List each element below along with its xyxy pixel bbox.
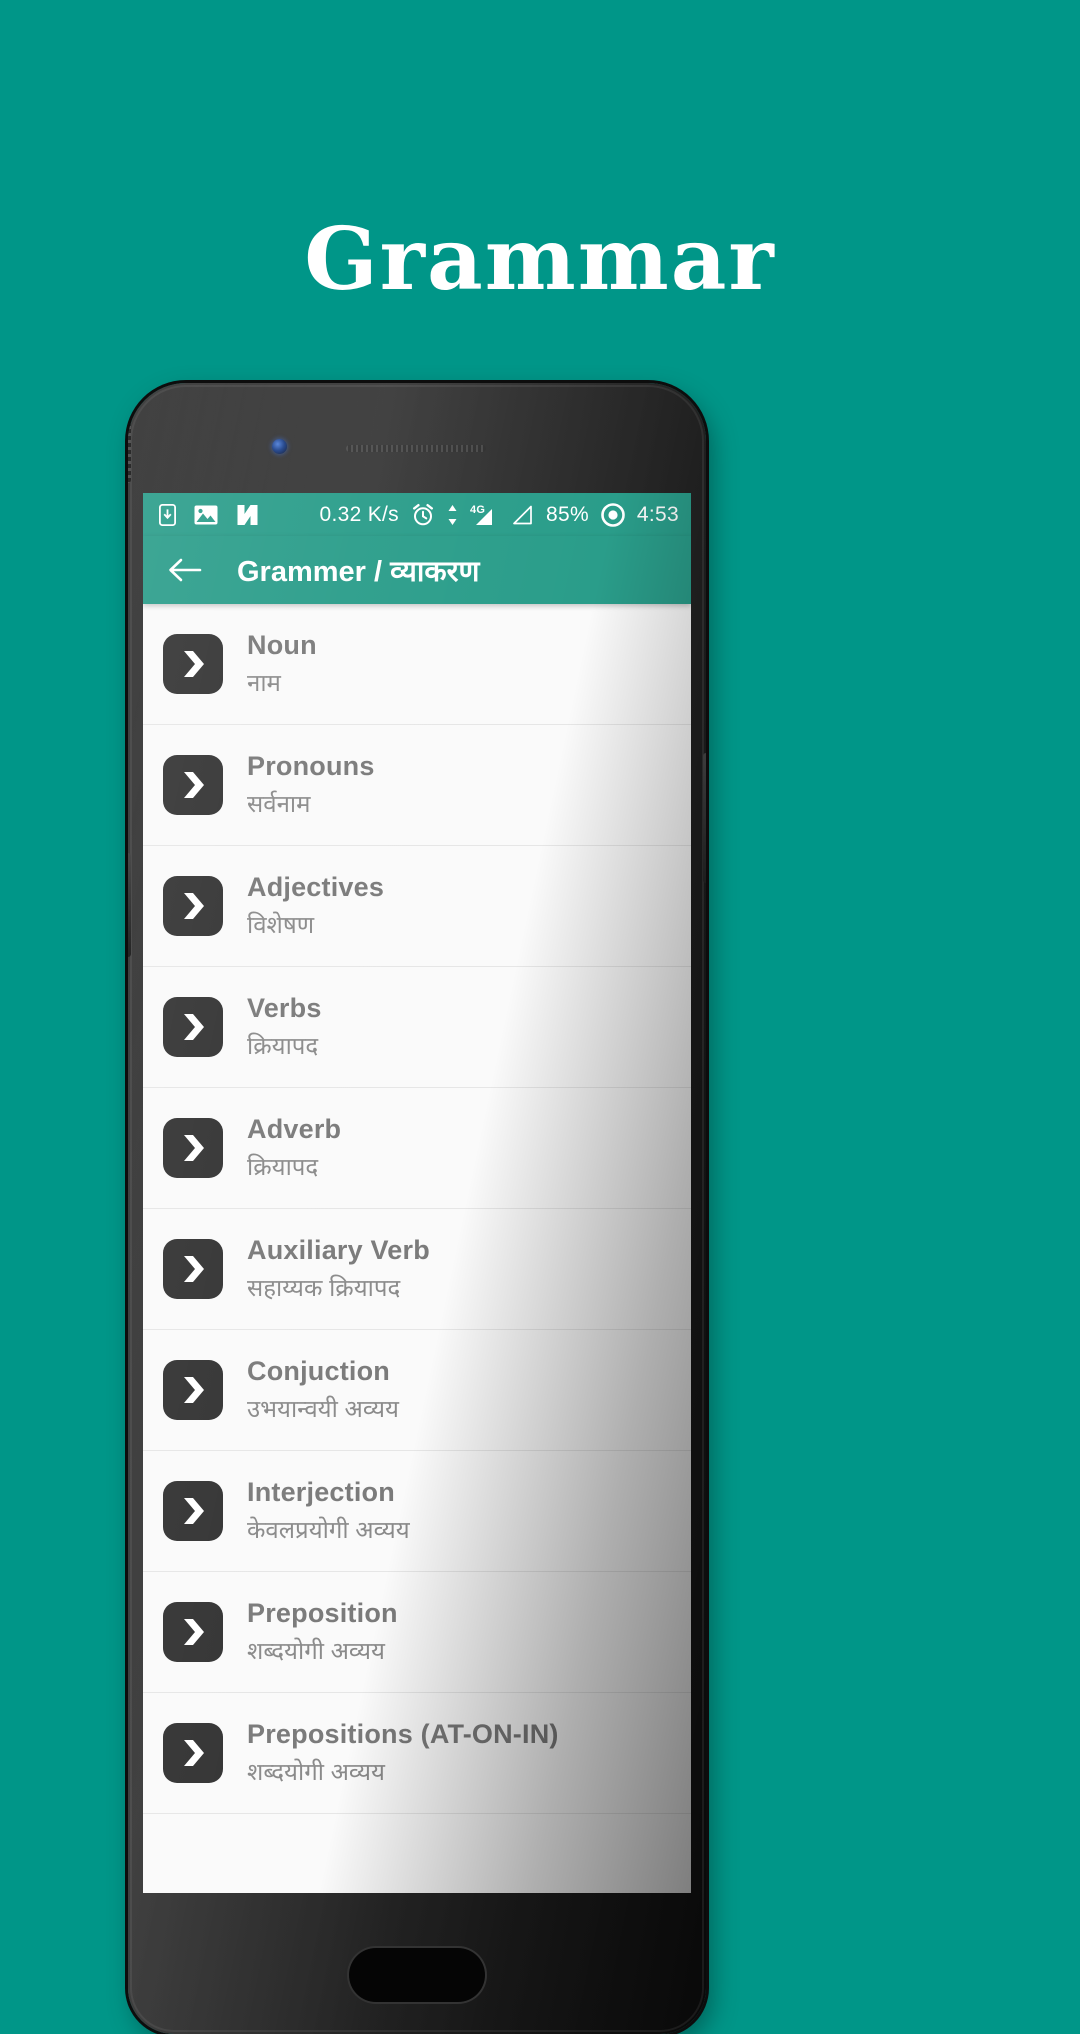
back-button[interactable] [161,546,209,594]
list-item[interactable]: Pronouns सर्वनाम [143,725,691,846]
list-item-subtitle: क्रियापद [247,1032,319,1060]
list-item-title: Verbs [247,992,322,1023]
power-button[interactable] [128,853,131,957]
clock-label: 4:53 [636,502,679,526]
phone-mockup: 0.32 K/s 4G 85% 4:53 Grammer / व्याकरण N… [128,383,706,2034]
chevron-right-badge-icon [163,1239,223,1299]
signal-bars-icon: 4G [470,503,500,527]
list-item-title: Conjuction [247,1355,390,1386]
battery-percent-label: 85% [545,502,589,526]
list-item-subtitle: केवलप्रयोगी अव्यय [247,1516,410,1544]
list-item[interactable]: Interjection केवलप्रयोगी अव्यय [143,1451,691,1572]
screenshot-icon [194,505,218,525]
svg-text:4G: 4G [470,504,485,516]
do-not-disturb-icon [601,502,625,527]
list-item-subtitle: सहाय्यक क्रियापद [247,1274,401,1302]
list-item[interactable]: Auxiliary Verb सहाय्यक क्रियापद [143,1209,691,1330]
page-title: Grammar [304,209,776,310]
list-item-title: Noun [247,629,317,660]
list-item-title: Pronouns [247,750,375,781]
list-item[interactable]: Adjectives विशेषण [143,846,691,967]
status-bar: 0.32 K/s 4G 85% 4:53 [143,493,691,536]
earpiece-speaker-icon [346,445,486,452]
network-speed-label: 0.32 K/s [319,502,399,526]
list-item-title: Preposition [247,1597,398,1628]
data-transfer-icon [447,504,458,526]
chevron-right-badge-icon [163,1118,223,1178]
list-item-title: Prepositions (AT-ON-IN) [247,1718,559,1749]
right-side-button[interactable] [703,753,706,883]
chevron-right-badge-icon [163,634,223,694]
list-item-subtitle: क्रियापद [247,1153,319,1181]
list-item[interactable]: Prepositions (AT-ON-IN) शब्दयोगी अव्यय [143,1693,691,1814]
list-item[interactable]: Noun नाम [143,604,691,725]
list-item[interactable]: Verbs क्रियापद [143,967,691,1088]
app-bar: Grammer / व्याकरण [143,536,691,604]
app-notification-icon [236,504,259,526]
signal-bars-2-icon [512,505,534,525]
list-item[interactable]: Adverb क्रियापद [143,1088,691,1209]
list-item-subtitle: शब्दयोगी अव्यय [247,1758,385,1786]
chevron-right-badge-icon [163,755,223,815]
volume-button[interactable] [128,405,131,483]
list-item-subtitle: नाम [247,669,281,697]
phone-screen: 0.32 K/s 4G 85% 4:53 Grammer / व्याकरण N… [143,493,691,1893]
back-arrow-icon [169,558,202,582]
list-item-title: Interjection [247,1476,395,1507]
home-button[interactable] [347,1946,487,2004]
chevron-right-badge-icon [163,1723,223,1783]
alarm-clock-icon [411,503,435,527]
chevron-right-badge-icon [163,1481,223,1541]
chevron-right-badge-icon [163,1360,223,1420]
sd-card-icon [159,503,176,526]
front-camera-icon [272,439,287,454]
list-item-title: Auxiliary Verb [247,1234,430,1265]
chevron-right-badge-icon [163,1602,223,1662]
list-item-title: Adverb [247,1113,342,1144]
chevron-right-badge-icon [163,997,223,1057]
chevron-right-badge-icon [163,876,223,936]
list-item-subtitle: सर्वनाम [247,790,311,818]
list-item-subtitle: शब्दयोगी अव्यय [247,1637,385,1665]
app-bar-title: Grammer / व्याकरण [237,555,480,588]
list-item-title: Adjectives [247,871,385,902]
list-item[interactable]: Conjuction उभयान्वयी अव्यय [143,1330,691,1451]
list-item-subtitle: विशेषण [247,911,315,939]
grammar-list[interactable]: Noun नाम Pronouns सर्वनाम Adjectives विशेषण Ve… [143,604,691,1893]
list-item-subtitle: उभयान्वयी अव्यय [247,1395,399,1423]
list-item[interactable]: Preposition शब्दयोगी अव्यय [143,1572,691,1693]
